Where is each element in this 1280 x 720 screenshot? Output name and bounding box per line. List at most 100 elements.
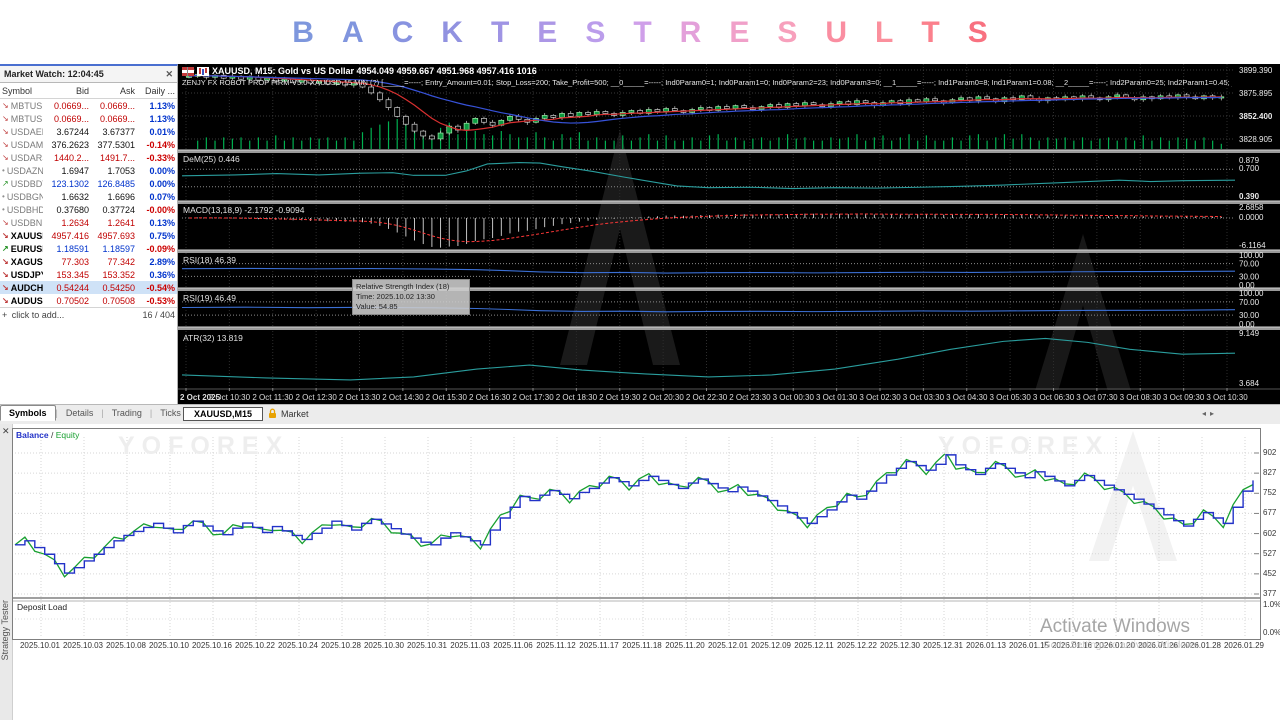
svg-text:70.00: 70.00: [1239, 260, 1260, 269]
activate-windows-watermark: Activate Windows: [1040, 616, 1190, 637]
svg-text:3 Oct 03:30: 3 Oct 03:30: [903, 393, 945, 402]
add-symbol-button[interactable]: + click to add...: [2, 310, 142, 320]
banner-letter: S: [585, 16, 606, 49]
table-row[interactable]: ↘AUDUSD0.705020.70508-0.53%: [0, 294, 177, 307]
svg-text:2 Oct 18:30: 2 Oct 18:30: [556, 393, 598, 402]
market-watch-title: Market Watch: 12:04:45: [4, 69, 104, 79]
trend-icon: ↘: [2, 140, 9, 149]
price-chart-window[interactable]: DeM(25) 0.446 0.879 0.700 0.390 MACD(13,18,9…: [178, 64, 1280, 404]
table-row[interactable]: • USDAZN 1.6947 1.7053 0.00%: [0, 164, 177, 177]
svg-text:3 Oct 01:30: 3 Oct 01:30: [816, 393, 858, 402]
close-icon[interactable]: ✕: [165, 69, 173, 80]
chart-symbol-title: XAUUSD, M15: Gold vs US Dollar 4954.049 …: [182, 66, 537, 76]
bottom-tab-bar: Symbols | Details | Trading | Ticks XAUUSD,M15…: [0, 404, 1280, 422]
equity-line: [14, 451, 1254, 578]
table-row[interactable]: ↘MBTUSDm0.0669...0.0669...1.13%: [0, 112, 177, 125]
candle-chart-icon: [197, 66, 209, 76]
svg-text:30.00: 30.00: [1239, 311, 1260, 320]
balance-line: [15, 454, 1254, 574]
y-axis-label: 377: [1263, 589, 1277, 598]
indicator-tooltip: Relative Strength Index (18) Time: 2025.…: [352, 279, 470, 315]
y-axis-label: 677: [1263, 508, 1277, 518]
market-watch-icon: [182, 66, 194, 76]
market-watch-footer: + click to add... 16 / 404: [0, 307, 177, 322]
svg-text:ATR(32) 13.819: ATR(32) 13.819: [183, 333, 243, 343]
y-axis-label: 902: [1263, 448, 1277, 457]
svg-text:2 Oct 15:30: 2 Oct 15:30: [426, 393, 468, 402]
watermark-text: YOFOREX: [938, 432, 1110, 460]
y-axis-label: 602: [1263, 528, 1277, 538]
svg-text:RSI(19) 46.49: RSI(19) 46.49: [183, 293, 236, 303]
trend-icon: •: [2, 192, 5, 201]
date-axis-label: 2026.01.29: [1223, 641, 1265, 650]
trend-icon: ↗: [2, 244, 9, 253]
page-title: BACKTESTRESULTS: [0, 16, 1280, 50]
table-row[interactable]: ↗EURUSD1.185911.18597-0.09%: [0, 242, 177, 255]
grid: [15, 437, 1253, 637]
table-row[interactable]: ↘USDJPY153.345153.3520.36%: [0, 268, 177, 281]
legend-equity: Equity: [55, 430, 80, 440]
market-watch-header[interactable]: Symbol Bid Ask Daily ...: [0, 83, 177, 99]
tab-symbols[interactable]: Symbols: [0, 405, 56, 421]
banner-letter: B: [292, 16, 314, 49]
trend-icon: ↘: [2, 218, 9, 227]
svg-text:MACD(13,18,9) -2.1792 -0.9094: MACD(13,18,9) -2.1792 -0.9094: [183, 205, 305, 215]
symbol-count: 16 / 404: [142, 310, 175, 320]
table-row[interactable]: • USDBHD 0.37680 0.37724 -0.00%: [0, 203, 177, 216]
svg-text:DeM(25) 0.446: DeM(25) 0.446: [183, 154, 240, 164]
svg-text:3.684: 3.684: [1239, 379, 1260, 388]
trend-icon: ↘: [2, 257, 9, 266]
table-row[interactable]: • USDBGN 1.6632 1.6696 0.07%: [0, 190, 177, 203]
svg-text:3 Oct 06:30: 3 Oct 06:30: [1033, 393, 1075, 402]
activate-windows-subtext: Go to Settings to activate Windows.: [1043, 640, 1201, 651]
svg-text:0.00: 0.00: [1239, 320, 1255, 329]
svg-text:3852.400: 3852.400: [1239, 112, 1273, 121]
svg-text:2 Oct 19:30: 2 Oct 19:30: [599, 393, 641, 402]
y-axis-label: 752: [1263, 488, 1277, 498]
banner-letter: T: [490, 16, 510, 49]
y-axis-label: 527: [1263, 548, 1277, 558]
banner-letter: A: [341, 16, 364, 49]
table-row[interactable]: ↘AUDCHF0.542440.54250-0.54%: [0, 281, 177, 294]
table-row[interactable]: ↘MBTUSD0.0669...0.0669...1.13%: [0, 99, 177, 112]
svg-text:70.00: 70.00: [1239, 298, 1260, 307]
market-watch-rows: ↘MBTUSD0.0669...0.0669...1.13%↘MBTUSDm0.…: [0, 99, 177, 307]
trend-icon: •: [2, 205, 5, 214]
svg-text:3 Oct 00:30: 3 Oct 00:30: [773, 393, 815, 402]
tooltip-line2: Time: 2025.10.02 13:30: [356, 292, 435, 301]
banner-letter: T: [633, 16, 652, 49]
table-row[interactable]: ↘XAGUSD77.30377.3422.89%: [0, 255, 177, 268]
svg-text:2 Oct 22:30: 2 Oct 22:30: [686, 393, 728, 402]
svg-text:3828.905: 3828.905: [1239, 135, 1273, 144]
deposit-load-label: Deposit Load: [17, 602, 68, 612]
table-row[interactable]: ↘USDAED3.672443.673770.01%: [0, 125, 177, 138]
banner-letter: L: [875, 16, 894, 49]
svg-text:2 Oct 13:30: 2 Oct 13:30: [339, 393, 381, 402]
chart-tab[interactable]: XAUUSD,M15: [183, 407, 264, 421]
market-watch-tabs: Symbols | Details | Trading | Ticks: [0, 405, 189, 421]
main-chart[interactable]: DeM(25) 0.446 0.8790.7000.390MACD(13,18,9…: [178, 64, 1280, 404]
svg-text:9.149: 9.149: [1239, 329, 1260, 338]
svg-text:3 Oct 09:30: 3 Oct 09:30: [1163, 393, 1205, 402]
svg-text:3 Oct 02:30: 3 Oct 02:30: [859, 393, 901, 402]
tab-trading[interactable]: Trading: [104, 406, 150, 420]
trend-icon: ↘: [2, 153, 9, 162]
market-label: Market: [281, 408, 309, 419]
svg-text:3 Oct 10:30: 3 Oct 10:30: [1206, 393, 1248, 402]
svg-text:-6.1164: -6.1164: [1239, 241, 1266, 250]
lock-icon: [269, 408, 276, 418]
strategy-tester-label: Strategy Tester: [0, 600, 10, 661]
svg-text:3 Oct 08:30: 3 Oct 08:30: [1120, 393, 1162, 402]
tab-details[interactable]: Details: [58, 406, 102, 420]
y-axis-label: 827: [1263, 468, 1277, 478]
table-row[interactable]: ↘USDAMD376.2623377.5301-0.14%: [0, 138, 177, 151]
svg-text:3 Oct 04:30: 3 Oct 04:30: [946, 393, 988, 402]
table-row[interactable]: ↘USDBND1.26341.26410.13%: [0, 216, 177, 229]
table-row[interactable]: ↘USDARS1440.2...1491.7...-0.33%: [0, 151, 177, 164]
close-icon[interactable]: ✕: [2, 426, 10, 437]
tooltip-line3: Value: 54.85: [356, 302, 398, 311]
table-row[interactable]: ↘XAUUSD4957.4164957.6930.75%: [0, 229, 177, 242]
table-row[interactable]: ↗USDBDT123.1302126.84850.00%: [0, 177, 177, 190]
tab-scroll-arrows[interactable]: ◂▸: [1202, 409, 1218, 418]
trend-icon: ↘: [2, 296, 9, 305]
